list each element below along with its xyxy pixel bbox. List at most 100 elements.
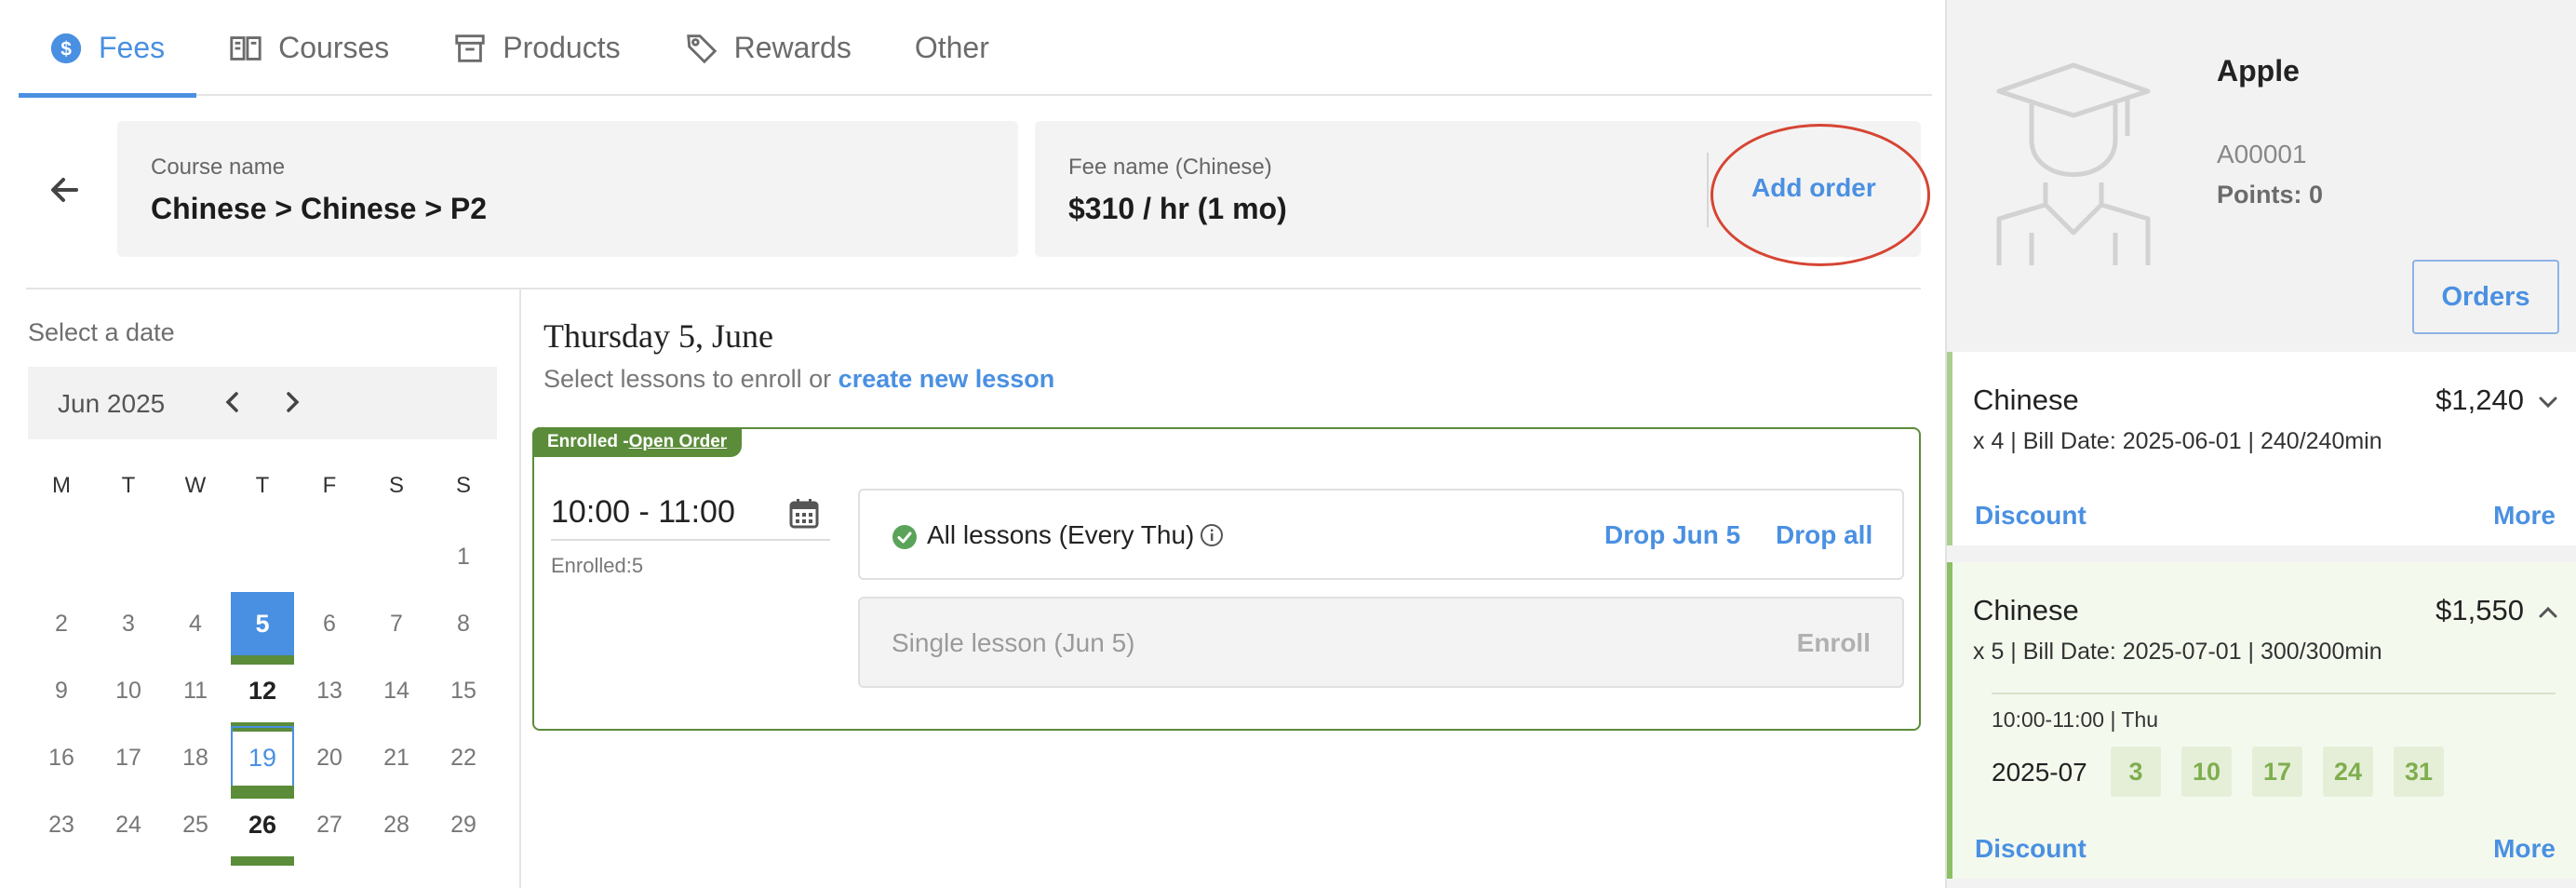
all-lessons-label: All lessons (Every Thu) (927, 520, 1224, 550)
book-icon (230, 35, 262, 61)
calendar-day[interactable]: 28 (363, 791, 430, 858)
back-arrow-icon[interactable] (43, 168, 87, 212)
all-lessons-text: All lessons (Every Thu) (927, 520, 1195, 549)
calendar-day[interactable]: 20 (296, 724, 363, 791)
tab-label: Products (503, 31, 621, 64)
calendar-day-number: 19 (231, 726, 294, 799)
calendar-day[interactable]: 13 (296, 657, 363, 724)
create-lesson-link[interactable]: create new lesson (839, 365, 1055, 393)
calendar-day[interactable]: 12 (229, 657, 296, 732)
chevron-up-icon[interactable] (2535, 599, 2561, 626)
calendar-day-number: 12 (231, 659, 294, 732)
weekday: F (322, 473, 337, 498)
calendar-grid: 1 2 3 4 5 6 7 8 9 10 11 12 13 14 15 16 17 18 19 20 21 22 23 24 2… (28, 523, 497, 866)
calendar-day-number: 27 (316, 811, 342, 838)
tab-fees[interactable]: $ Fees (19, 0, 197, 98)
main-area: $ Fees Courses Products Rewards Other Co… (0, 0, 1945, 888)
lesson-date-chip[interactable]: 31 (2394, 747, 2444, 797)
divider (1707, 153, 1709, 227)
calendar-day-number: 4 (189, 610, 202, 637)
calendar-day[interactable]: 9 (28, 657, 95, 724)
calendar-day[interactable]: 1 (430, 523, 497, 590)
calendar-day[interactable]: 24 (95, 791, 162, 858)
calendar-day[interactable]: 15 (430, 657, 497, 724)
calendar-day[interactable]: 22 (430, 724, 497, 791)
calendar-day[interactable]: 11 (162, 657, 229, 724)
more-button[interactable]: More (2493, 834, 2556, 864)
calendar-day[interactable]: 16 (28, 724, 95, 791)
calendar-icon[interactable] (787, 496, 821, 530)
archive-box-icon (455, 34, 485, 62)
discount-button[interactable]: Discount (1975, 501, 2086, 531)
lesson-date-chip[interactable]: 24 (2323, 747, 2373, 797)
calendar-day[interactable]: 27 (296, 791, 363, 858)
calendar-day-number: 10 (115, 677, 141, 704)
student-panel: Apple A00001 Points: 0 Orders Chinese $1… (1945, 0, 2576, 888)
single-lesson-option: Single lesson (Jun 5) Enroll (858, 597, 1904, 688)
lesson-date-chip[interactable]: 17 (2252, 747, 2302, 797)
date-subtitle: Select lessons to enroll or create new l… (543, 365, 1054, 394)
single-lesson-label: Single lesson (Jun 5) (892, 628, 1135, 657)
tab-bar: $ Fees Courses Products Rewards Other (19, 0, 1932, 98)
drop-all-button[interactable]: Drop all (1776, 520, 1872, 550)
calendar-day[interactable]: 6 (296, 590, 363, 657)
order-title: Chinese (1973, 594, 2079, 626)
order-lesson-dates: 3 10 17 24 31 (2111, 747, 2444, 797)
divider (1992, 693, 2556, 694)
calendar-day[interactable]: 4 (162, 590, 229, 657)
calendar-day-number: 1 (457, 543, 470, 570)
calendar-weekdays: M T W T F S S (28, 473, 497, 499)
calendar-day[interactable]: 14 (363, 657, 430, 724)
drop-single-button[interactable]: Drop Jun 5 (1604, 520, 1740, 550)
calendar-day[interactable]: 5 (229, 590, 296, 665)
check-circle-icon (892, 525, 917, 549)
tab-products[interactable]: Products (421, 0, 651, 96)
order-card[interactable]: Chinese $1,240 x 4 | Bill Date: 2025-06-… (1947, 352, 2576, 545)
calendar-empty-cell (95, 523, 162, 590)
student-id: A00001 (2217, 140, 2307, 168)
calendar-day[interactable]: 17 (95, 724, 162, 791)
calendar-day-number: 5 (231, 592, 294, 665)
tab-other[interactable]: Other (883, 0, 1021, 96)
student-points: Points: 0 (2217, 181, 2324, 209)
tab-rewards[interactable]: Rewards (652, 0, 883, 96)
calendar-day-number: 2 (55, 610, 68, 637)
calendar-day[interactable]: 21 (363, 724, 430, 791)
calendar-day[interactable]: 3 (95, 590, 162, 657)
tag-icon (686, 34, 717, 63)
enrolled-count: Enrolled:5 (551, 554, 644, 577)
chevron-right-icon[interactable] (275, 385, 309, 419)
lesson-date-chip[interactable]: 10 (2181, 747, 2232, 797)
calendar-day-number: 16 (48, 744, 74, 771)
calendar-day[interactable]: 7 (363, 590, 430, 657)
discount-button[interactable]: Discount (1975, 834, 2086, 864)
tab-courses[interactable]: Courses (196, 0, 421, 96)
calendar-day[interactable]: 23 (28, 791, 95, 858)
more-button[interactable]: More (2493, 501, 2556, 531)
calendar-day[interactable]: 8 (430, 590, 497, 657)
calendar-day[interactable]: 25 (162, 791, 229, 858)
add-order-button[interactable]: Add order (1751, 173, 1876, 203)
calendar-day[interactable]: 29 (430, 791, 497, 858)
calendar-day-number: 8 (457, 610, 470, 637)
enrolled-tag: Enrolled -Open Order (532, 427, 743, 457)
enroll-button[interactable]: Enroll (1797, 628, 1871, 658)
calendar-day[interactable]: 19 (229, 724, 296, 799)
calendar-day[interactable]: 18 (162, 724, 229, 791)
calendar-day-number: 7 (390, 610, 403, 637)
chevron-down-icon[interactable] (2535, 389, 2561, 415)
info-icon[interactable] (1200, 523, 1224, 547)
orders-button[interactable]: Orders (2412, 260, 2559, 334)
calendar-day[interactable]: 26 (229, 786, 296, 866)
lesson-time: 10:00 - 11:00 (551, 494, 735, 530)
chevron-left-icon[interactable] (216, 385, 249, 419)
calendar-day-number: 13 (316, 677, 342, 704)
lesson-date-chip[interactable]: 3 (2111, 747, 2161, 797)
calendar-day[interactable]: 10 (95, 657, 162, 724)
calendar-day[interactable]: 2 (28, 590, 95, 657)
order-card[interactable]: Chinese $1,550 x 5 | Bill Date: 2025-07-… (1947, 562, 2576, 879)
order-price: $1,240 (2435, 383, 2524, 416)
divider (519, 289, 521, 888)
open-order-link[interactable]: Open Order (629, 432, 728, 451)
enrolled-lesson-box: Enrolled -Open Order 10:00 - 11:00 Enrol… (532, 427, 1921, 731)
